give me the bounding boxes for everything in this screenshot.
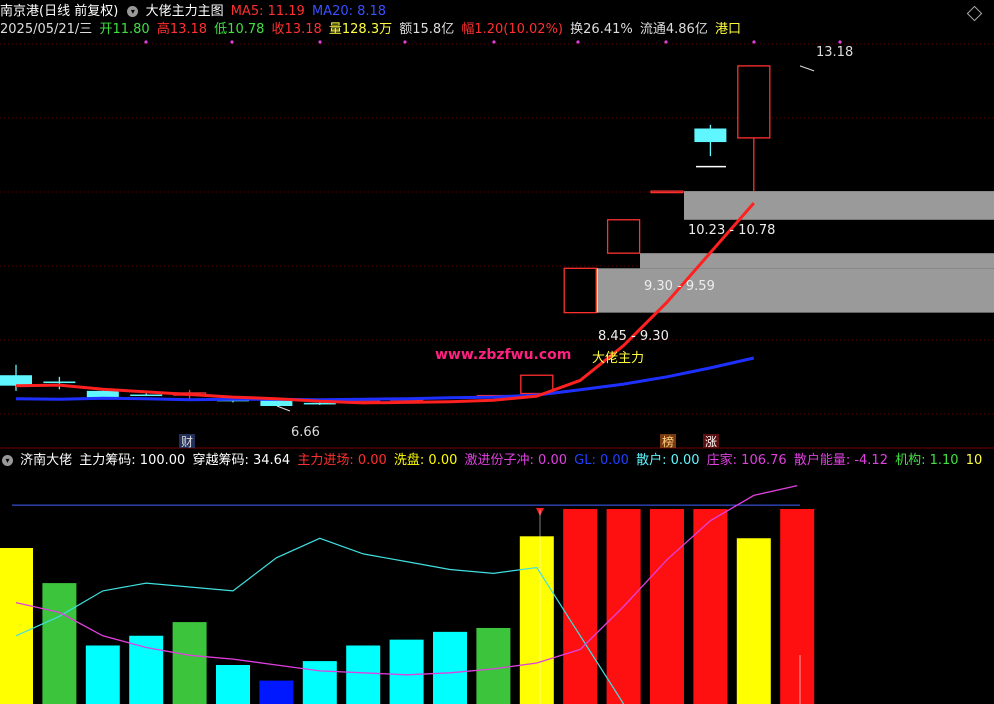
moving-average-lines [15,65,815,412]
signal-dot [664,40,668,44]
chip-bar [259,680,294,704]
candle-body [130,394,163,397]
zone-label-3: 8.45 - 9.30 [598,329,669,344]
candle-body [650,190,684,194]
chip-bar [780,509,815,704]
pressure-zone [640,253,994,269]
chip-bar [42,583,77,704]
event-zhang-icon: 涨 [705,434,717,449]
signal-dot [752,40,756,44]
high-price-label: 13.18 [816,45,853,60]
chart-canvas[interactable]: 13.18 6.66 10.23 - 10.78 9.30 - 9.59 8.4… [0,0,994,704]
chip-bar [476,627,511,704]
pressure-zone [684,191,994,220]
signal-dot [318,40,322,44]
signal-dot [576,40,580,44]
chip-bar [563,509,598,704]
chip-bar [389,639,424,704]
chip-bar [129,635,164,704]
candle-body [694,128,727,143]
chip-bar [693,509,728,704]
low-price-label: 6.66 [291,425,320,440]
zone-label-2: 9.30 - 9.59 [644,279,715,294]
signal-dot [144,40,148,44]
candlestick-series [0,65,771,407]
event-bang-icon: 榜 [662,434,674,449]
chip-bar [736,538,771,704]
chip-bar [0,548,33,704]
candle-body [43,381,76,384]
high-pointer [799,65,815,72]
chip-bar [216,665,250,704]
signal-dot [403,40,407,44]
signal-dot [838,40,842,44]
candle-body [86,390,119,398]
dalao-signal-label: 大佬主力 [592,351,644,366]
chip-bar [85,645,120,704]
chip-bar [433,631,467,704]
signal-dot [230,40,234,44]
zone-label-1: 10.23 - 10.78 [688,223,775,238]
candle-body [563,267,597,314]
signal-dot [492,40,496,44]
candle-body [737,65,771,139]
chip-bar [302,661,337,704]
chip-bar [346,645,381,704]
chip-bar [650,509,684,704]
candle-body [260,400,293,407]
candle-body [606,219,641,254]
chip-bar [172,622,207,704]
chip-bar [519,536,554,704]
event-cai-icon: 财 [181,435,193,449]
watermark-text: www.zbzfwu.com [435,347,571,363]
low-pointer [276,405,291,412]
